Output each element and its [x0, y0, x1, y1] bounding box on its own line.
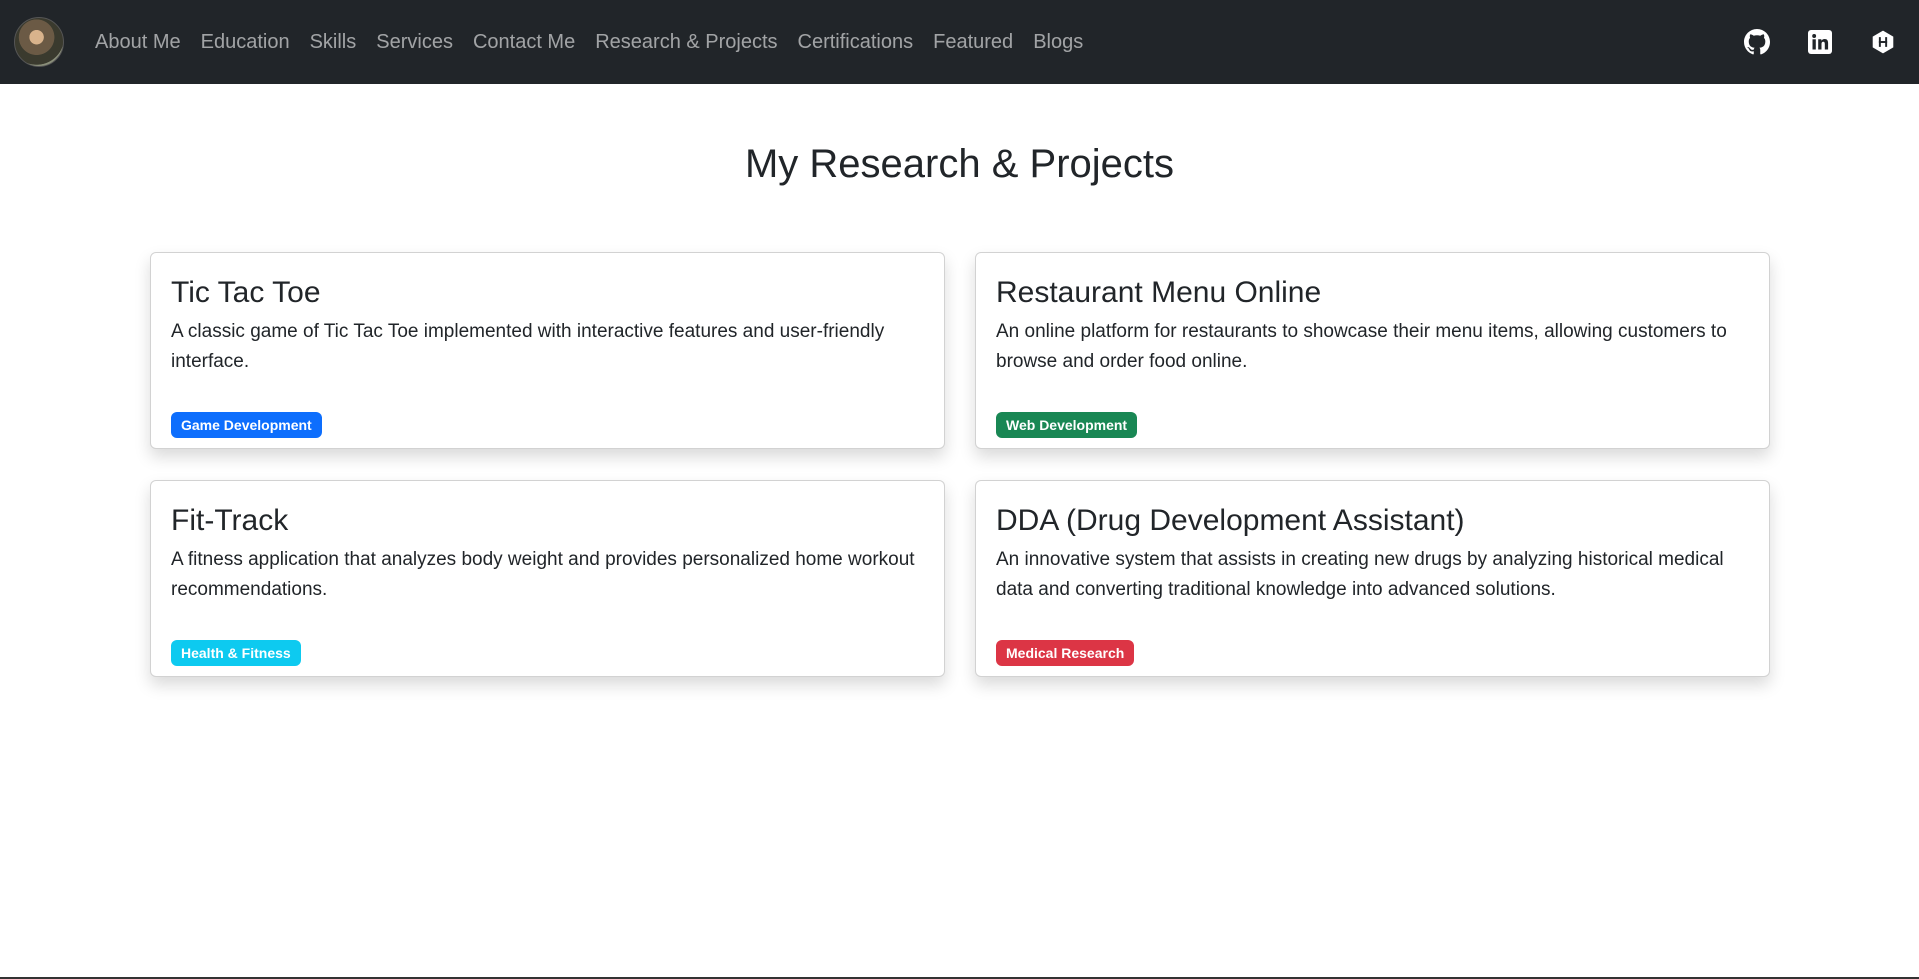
project-title: Tic Tac Toe	[171, 276, 321, 309]
project-card-dda[interactable]: DDA (Drug Development Assistant) An inno…	[975, 480, 1770, 677]
project-card-restaurant-menu[interactable]: Restaurant Menu Online An online platfor…	[975, 252, 1770, 449]
linkedin-icon[interactable]	[1806, 28, 1834, 56]
project-title: Fit-Track	[171, 504, 289, 537]
nav-link-contact-me[interactable]: Contact Me	[463, 31, 585, 54]
nav-link-certifications[interactable]: Certifications	[788, 31, 924, 54]
project-card-fit-track[interactable]: Fit-Track A fitness application that ana…	[150, 480, 945, 677]
nav-link-featured[interactable]: Featured	[923, 31, 1023, 54]
github-icon[interactable]	[1743, 28, 1771, 56]
project-description: An innovative system that assists in cre…	[996, 549, 1724, 600]
nav-link-skills[interactable]: Skills	[300, 31, 367, 54]
nav-link-research-projects[interactable]: Research & Projects	[585, 31, 787, 54]
social-links	[1743, 0, 1919, 84]
project-title: Restaurant Menu Online	[996, 276, 1322, 309]
nav-links: About Me Education Skills Services Conta…	[85, 0, 1093, 84]
project-tag-badge: Game Development	[171, 412, 322, 438]
nav-link-services[interactable]: Services	[366, 31, 463, 54]
nav-link-about-me[interactable]: About Me	[85, 31, 191, 54]
project-tag-badge: Web Development	[996, 412, 1138, 438]
avatar[interactable]	[14, 17, 64, 67]
project-tag-badge: Health & Fitness	[171, 640, 301, 666]
project-card-tic-tac-toe[interactable]: Tic Tac Toe A classic game of Tic Tac To…	[150, 252, 945, 449]
project-title: DDA (Drug Development Assistant)	[996, 504, 1465, 537]
project-description: A classic game of Tic Tac Toe implemente…	[171, 321, 885, 372]
project-description: An online platform for restaurants to sh…	[996, 321, 1727, 372]
nav-link-blogs[interactable]: Blogs	[1023, 31, 1093, 54]
page-title: My Research & Projects	[744, 142, 1175, 186]
hashnode-icon[interactable]	[1869, 28, 1897, 56]
project-tag-badge: Medical Research	[996, 640, 1135, 666]
project-description: A fitness application that analyzes body…	[171, 549, 915, 600]
navbar: About Me Education Skills Services Conta…	[0, 0, 1919, 84]
nav-link-education[interactable]: Education	[191, 31, 300, 54]
